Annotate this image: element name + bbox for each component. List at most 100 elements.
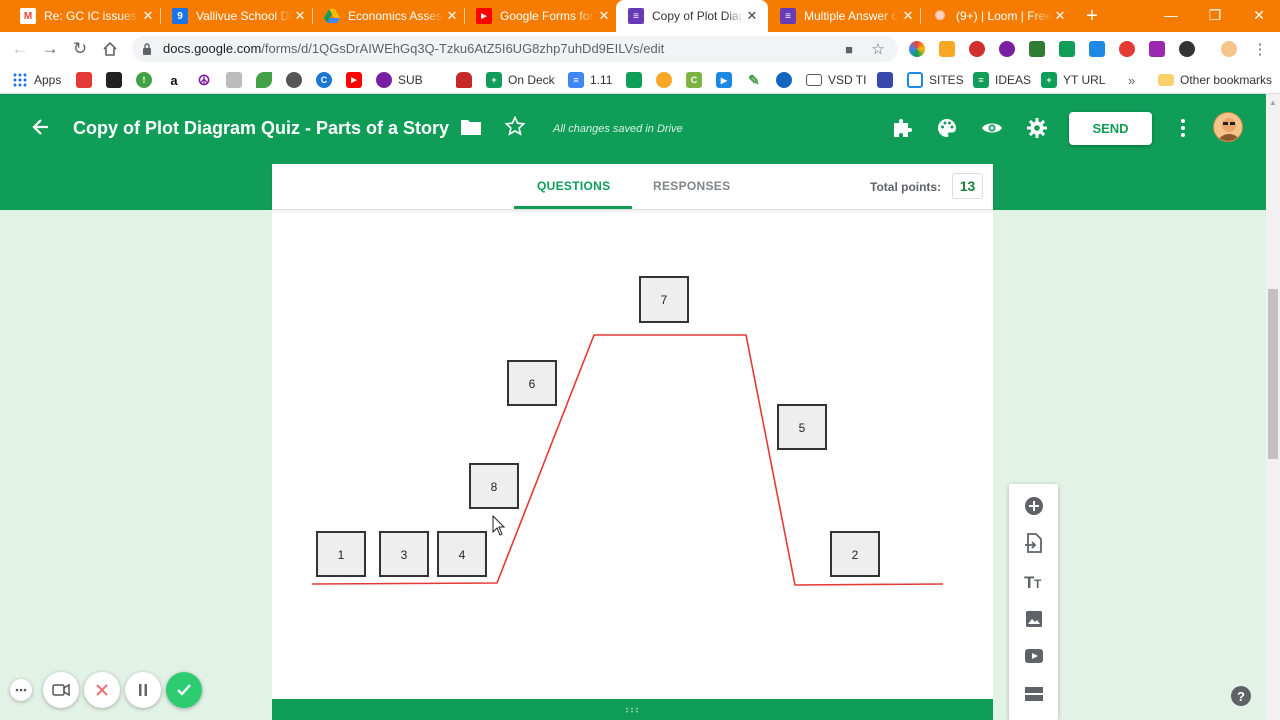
extension-red-icon[interactable] bbox=[1119, 41, 1135, 57]
close-icon[interactable]: ✕ bbox=[596, 8, 612, 24]
camera-blocked-icon[interactable]: ■ bbox=[841, 41, 857, 57]
mouse-cursor-icon bbox=[492, 514, 506, 536]
browser-tab-3[interactable]: Economics Assess ✕ bbox=[312, 0, 468, 32]
browser-tab-6[interactable]: ≡ Multiple Answer c ✕ bbox=[768, 0, 924, 32]
adblock-icon[interactable] bbox=[969, 41, 985, 57]
bookmark-car[interactable] bbox=[456, 71, 472, 89]
bookmark-emoji[interactable] bbox=[656, 71, 672, 89]
add-image-icon[interactable] bbox=[1023, 608, 1045, 630]
bookmark-apps[interactable]: Apps bbox=[12, 71, 61, 89]
url-text: docs.google.com/forms/d/1QGsDrAIWEhGq3Q-… bbox=[163, 41, 665, 56]
page-scrollbar[interactable]: ▲ bbox=[1266, 94, 1280, 720]
add-question-icon[interactable] bbox=[1023, 495, 1045, 517]
add-section-icon[interactable] bbox=[1023, 683, 1045, 705]
browser-tab-1[interactable]: M Re: GC IC issues - ✕ bbox=[8, 0, 164, 32]
more-options-icon[interactable] bbox=[1174, 117, 1192, 139]
import-questions-icon[interactable] bbox=[1023, 532, 1045, 554]
preview-eye-icon[interactable] bbox=[981, 117, 1003, 139]
form-title[interactable]: Copy of Plot Diagram Quiz - Parts of a S… bbox=[73, 118, 449, 139]
bookmark-ideas[interactable]: ≡ IDEAS bbox=[973, 71, 1031, 89]
add-title-icon[interactable]: TT bbox=[1023, 570, 1045, 592]
loom-cancel-button[interactable] bbox=[84, 672, 120, 708]
loom-finish-button[interactable] bbox=[166, 672, 202, 708]
bookmark-c[interactable]: C bbox=[316, 71, 332, 89]
window-close-icon[interactable]: ✕ bbox=[1238, 0, 1280, 30]
bookmark-peace[interactable]: ☮ bbox=[196, 71, 212, 89]
bookmark-amazon[interactable]: a bbox=[166, 71, 182, 89]
bookmark-youtube[interactable]: ▶ bbox=[346, 71, 362, 89]
user-avatar[interactable] bbox=[1213, 112, 1243, 142]
browser-tab-5-active[interactable]: ≡ Copy of Plot Diag ✕ bbox=[616, 0, 768, 32]
add-video-icon[interactable] bbox=[1023, 645, 1045, 667]
drag-handle-icon[interactable] bbox=[625, 707, 639, 713]
espn-icon bbox=[76, 72, 92, 88]
forward-arrow-icon[interactable]: → bbox=[38, 37, 62, 61]
bookmark-vsd-ti[interactable]: VSD TI bbox=[806, 71, 866, 89]
bookmark-play[interactable]: ▶ bbox=[716, 71, 732, 89]
reload-icon[interactable]: ↻ bbox=[68, 37, 92, 61]
close-icon[interactable]: ✕ bbox=[140, 8, 156, 24]
extension-colorful-icon[interactable] bbox=[909, 41, 925, 57]
calendar-icon bbox=[877, 72, 893, 88]
close-icon[interactable]: ✕ bbox=[444, 8, 460, 24]
back-arrow-icon[interactable]: ← bbox=[8, 37, 32, 61]
bookmark-star-icon[interactable]: ☆ bbox=[870, 41, 886, 58]
palette-icon[interactable] bbox=[936, 117, 958, 139]
close-icon[interactable]: ✕ bbox=[744, 8, 760, 24]
back-arrow-icon[interactable] bbox=[30, 116, 52, 138]
other-bookmarks[interactable]: Other bookmarks bbox=[1158, 71, 1272, 89]
help-button[interactable]: ? bbox=[1231, 686, 1251, 706]
extension-q-icon[interactable] bbox=[1179, 41, 1195, 57]
close-icon[interactable]: ✕ bbox=[1052, 8, 1068, 24]
bookmark-sub[interactable]: SUB bbox=[376, 71, 423, 89]
forms-favicon-icon: ≡ bbox=[780, 8, 796, 24]
settings-gear-icon[interactable] bbox=[1026, 117, 1048, 139]
home-icon[interactable] bbox=[98, 37, 122, 61]
bookmark-calendar[interactable] bbox=[877, 71, 893, 89]
browser-tab-7[interactable]: ✺ (9+) | Loom | Free ✕ bbox=[920, 0, 1076, 32]
extension-grid-icon[interactable] bbox=[1089, 41, 1105, 57]
tab-title: Economics Assess bbox=[348, 9, 444, 23]
new-tab-button[interactable]: + bbox=[1080, 4, 1104, 28]
minimize-icon[interactable]: — bbox=[1150, 0, 1192, 30]
loom-camera-button[interactable] bbox=[43, 672, 79, 708]
close-icon[interactable]: ✕ bbox=[292, 8, 308, 24]
emoji-icon bbox=[656, 72, 672, 88]
folder-icon[interactable] bbox=[460, 118, 482, 136]
bookmark-earth[interactable] bbox=[776, 71, 792, 89]
bookmark-bike[interactable] bbox=[226, 71, 242, 89]
browser-tab-2[interactable]: 9 Vallivue School Di ✕ bbox=[160, 0, 316, 32]
bookmark-1-11[interactable]: ≡ 1.11 bbox=[568, 71, 612, 89]
classroom-extension-icon[interactable] bbox=[1059, 41, 1075, 57]
bookmarks-overflow-button[interactable]: » bbox=[1128, 71, 1135, 89]
close-icon[interactable]: ✕ bbox=[900, 8, 916, 24]
bookmark-sites[interactable]: SITES bbox=[907, 71, 964, 89]
extension-circle-icon[interactable] bbox=[999, 41, 1015, 57]
bookmark-espn[interactable] bbox=[76, 71, 92, 89]
extension-badge-icon[interactable] bbox=[939, 41, 955, 57]
address-bar[interactable]: docs.google.com/forms/d/1QGsDrAIWEhGq3Q-… bbox=[132, 36, 898, 62]
loom-pause-button[interactable] bbox=[125, 672, 161, 708]
addons-puzzle-icon[interactable] bbox=[891, 117, 913, 139]
bookmark-classroom[interactable] bbox=[626, 71, 642, 89]
loom-more-button[interactable] bbox=[10, 679, 32, 701]
bookmark-c-green[interactable]: C bbox=[686, 71, 702, 89]
profile-avatar-icon[interactable] bbox=[1221, 41, 1237, 57]
extension-purple-icon[interactable] bbox=[1149, 41, 1165, 57]
star-icon[interactable] bbox=[505, 116, 525, 136]
bookmark-pencil[interactable]: ✎ bbox=[746, 71, 762, 89]
plot-box-label: 2 bbox=[852, 548, 859, 562]
bookmark-on-deck[interactable]: + On Deck bbox=[486, 71, 555, 89]
scroll-up-arrow-icon[interactable]: ▲ bbox=[1269, 98, 1277, 107]
restore-icon[interactable]: ❐ bbox=[1194, 0, 1236, 30]
bookmark-bb[interactable] bbox=[106, 71, 122, 89]
browser-tab-4[interactable]: ▶ Google Forms for ✕ bbox=[464, 0, 620, 32]
bookmark-leaf[interactable] bbox=[256, 71, 272, 89]
extension-green-icon[interactable] bbox=[1029, 41, 1045, 57]
bookmark-globe[interactable] bbox=[286, 71, 302, 89]
browser-menu-icon[interactable]: ⋮ bbox=[1248, 37, 1272, 61]
send-button[interactable]: SEND bbox=[1069, 112, 1152, 145]
bookmark-yt-url[interactable]: + YT URL bbox=[1041, 71, 1105, 89]
scroll-thumb[interactable] bbox=[1268, 289, 1278, 459]
bookmark-exclamation[interactable]: ! bbox=[136, 71, 152, 89]
